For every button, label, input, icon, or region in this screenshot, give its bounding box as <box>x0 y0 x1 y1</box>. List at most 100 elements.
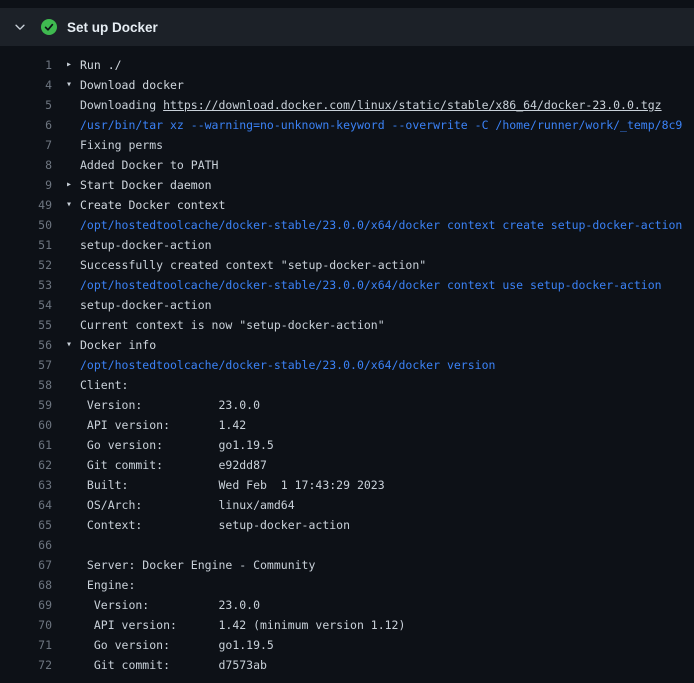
line-number[interactable]: 61 <box>0 435 52 455</box>
log-line: 65 Context: setup-docker-action <box>0 515 694 535</box>
log-line: 6/usr/bin/tar xz --warning=no-unknown-ke… <box>0 115 694 135</box>
line-number[interactable]: 50 <box>0 215 52 235</box>
line-text: Context: setup-docker-action <box>80 515 350 535</box>
log-line: 67 Server: Docker Engine - Community <box>0 555 694 575</box>
line-number[interactable]: 69 <box>0 595 52 615</box>
line-text: Go version: go1.19.5 <box>80 435 274 455</box>
collapse-group-icon[interactable]: ▾ <box>66 75 80 95</box>
expander-spacer <box>66 635 80 655</box>
expand-group-icon[interactable]: ▸ <box>66 55 80 75</box>
expander-spacer <box>66 355 80 375</box>
line-text: Downloading https://download.docker.com/… <box>80 95 662 115</box>
collapse-group-icon[interactable]: ▾ <box>66 335 80 355</box>
line-number[interactable]: 52 <box>0 255 52 275</box>
line-number[interactable]: 7 <box>0 135 52 155</box>
line-text: Server: Docker Engine - Community <box>80 555 315 575</box>
line-number[interactable]: 4 <box>0 75 52 95</box>
line-text: Download docker <box>80 75 184 95</box>
log-line: 57/opt/hostedtoolcache/docker-stable/23.… <box>0 355 694 375</box>
line-number[interactable]: 64 <box>0 495 52 515</box>
line-number[interactable]: 70 <box>0 615 52 635</box>
line-number[interactable]: 8 <box>0 155 52 175</box>
line-number[interactable]: 71 <box>0 635 52 655</box>
collapse-group-icon[interactable]: ▾ <box>66 195 80 215</box>
log-text-segment: Context: setup-docker-action <box>80 518 350 532</box>
log-line: 64 OS/Arch: linux/amd64 <box>0 495 694 515</box>
line-number[interactable]: 54 <box>0 295 52 315</box>
log-text-segment: Successfully created context "setup-dock… <box>80 258 426 272</box>
log-text-segment: Server: Docker Engine - Community <box>80 558 315 572</box>
line-number[interactable]: 66 <box>0 535 52 555</box>
log-text-segment: Version: 23.0.0 <box>80 398 260 412</box>
log-line: 60 API version: 1.42 <box>0 415 694 435</box>
expander-spacer <box>66 515 80 535</box>
line-number[interactable]: 56 <box>0 335 52 355</box>
log-line: 71 Go version: go1.19.5 <box>0 635 694 655</box>
line-text: Engine: <box>80 575 135 595</box>
log-text-segment: /opt/hostedtoolcache/docker-stable/23.0.… <box>80 358 495 372</box>
line-text: Fixing perms <box>80 135 163 155</box>
log-line: 51 setup-docker-action <box>0 235 694 255</box>
log-text-segment: Go version: go1.19.5 <box>80 438 274 452</box>
line-text: Current context is now "setup-docker-act… <box>80 315 385 335</box>
expander-spacer <box>66 495 80 515</box>
line-number[interactable]: 49 <box>0 195 52 215</box>
log-text-segment: API version: 1.42 (minimum version 1.12) <box>80 618 405 632</box>
line-number[interactable]: 53 <box>0 275 52 295</box>
chevron-down-icon[interactable] <box>12 19 28 35</box>
log-line: 66 <box>0 535 694 555</box>
log-line: 72 Git commit: d7573ab <box>0 655 694 675</box>
step-header[interactable]: Set up Docker <box>0 8 694 46</box>
log-text-segment: Create Docker context <box>80 198 225 212</box>
log-line: 50/opt/hostedtoolcache/docker-stable/23.… <box>0 215 694 235</box>
expand-group-icon[interactable]: ▸ <box>66 175 80 195</box>
line-number[interactable]: 1 <box>0 55 52 75</box>
expander-spacer <box>66 415 80 435</box>
line-text: Run ./ <box>80 55 122 75</box>
line-number[interactable]: 51 <box>0 235 52 255</box>
log-text-segment: /usr/bin/tar xz --warning=no-unknown-key… <box>80 118 682 132</box>
expander-spacer <box>66 455 80 475</box>
log-line: 8 Added Docker to PATH <box>0 155 694 175</box>
log-link[interactable]: https://download.docker.com/linux/static… <box>163 98 662 112</box>
line-number[interactable]: 55 <box>0 315 52 335</box>
log-line: 56 ▾Docker info <box>0 335 694 355</box>
log-line: 63 Built: Wed Feb 1 17:43:29 2023 <box>0 475 694 495</box>
log-line: 53/opt/hostedtoolcache/docker-stable/23.… <box>0 275 694 295</box>
expander-spacer <box>66 255 80 275</box>
line-text: Built: Wed Feb 1 17:43:29 2023 <box>80 475 385 495</box>
expander-spacer <box>66 215 80 235</box>
line-text: Client: <box>80 375 128 395</box>
log-viewer: 1▸Run ./4▾Download docker5Downloading ht… <box>0 46 694 675</box>
line-text: setup-docker-action <box>80 235 212 255</box>
line-number[interactable]: 6 <box>0 115 52 135</box>
expander-spacer <box>66 135 80 155</box>
line-number[interactable]: 59 <box>0 395 52 415</box>
line-number[interactable]: 72 <box>0 655 52 675</box>
log-text-segment: Added Docker to PATH <box>80 158 218 172</box>
line-number[interactable]: 57 <box>0 355 52 375</box>
line-number[interactable]: 62 <box>0 455 52 475</box>
line-number[interactable]: 58 <box>0 375 52 395</box>
log-line: 9▸Start Docker daemon <box>0 175 694 195</box>
log-line: 55 Current context is now "setup-docker-a… <box>0 315 694 335</box>
line-text: Docker info <box>80 335 156 355</box>
log-line: 7 Fixing perms <box>0 135 694 155</box>
step-title: Set up Docker <box>67 20 158 35</box>
check-circle-icon <box>41 19 57 35</box>
line-text: Version: 23.0.0 <box>80 395 260 415</box>
line-number[interactable]: 60 <box>0 415 52 435</box>
line-number[interactable]: 68 <box>0 575 52 595</box>
log-line: 54setup-docker-action <box>0 295 694 315</box>
line-text: API version: 1.42 (minimum version 1.12) <box>80 615 405 635</box>
expander-spacer <box>66 115 80 135</box>
line-number[interactable]: 9 <box>0 175 52 195</box>
log-text-segment: Git commit: d7573ab <box>80 658 267 672</box>
line-number[interactable]: 63 <box>0 475 52 495</box>
expander-spacer <box>66 375 80 395</box>
line-number[interactable]: 5 <box>0 95 52 115</box>
log-text-segment: Built: Wed Feb 1 17:43:29 2023 <box>80 478 385 492</box>
line-number[interactable]: 67 <box>0 555 52 575</box>
line-number[interactable]: 65 <box>0 515 52 535</box>
log-text-segment: Current context is now "setup-docker-act… <box>80 318 385 332</box>
